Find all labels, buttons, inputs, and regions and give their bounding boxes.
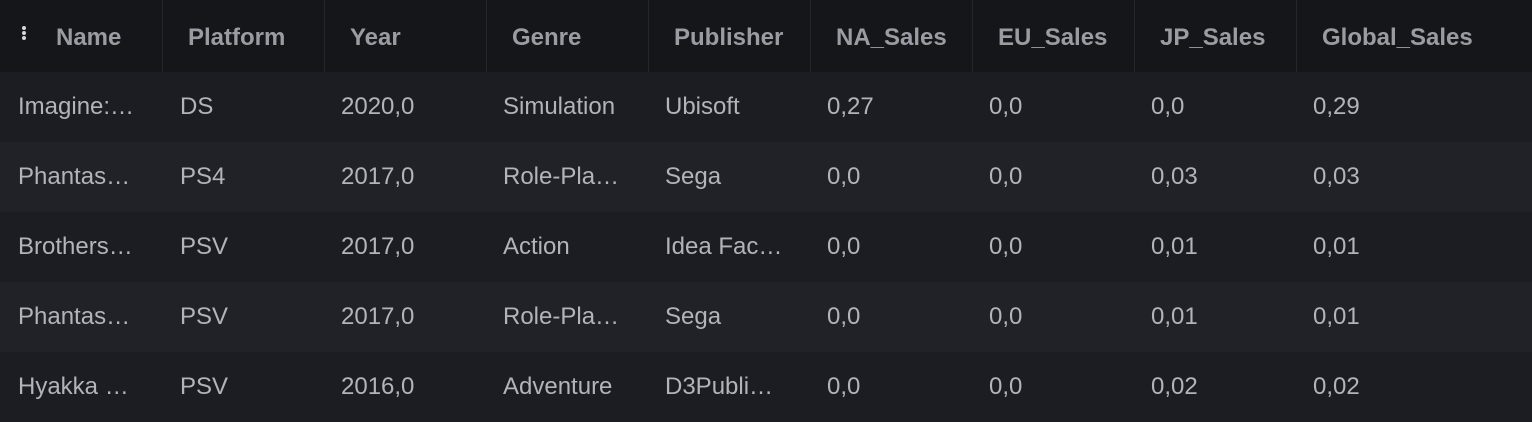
cell-year[interactable]: 2017,0	[325, 142, 487, 212]
cell-genre[interactable]: Role-Pla…	[487, 142, 649, 212]
column-header-label: JP_Sales	[1160, 24, 1266, 51]
cell-year[interactable]: 2016,0	[325, 352, 487, 422]
cell-jp-sales[interactable]: 0,0	[1135, 72, 1297, 142]
cell-publisher[interactable]: Sega	[649, 142, 811, 212]
column-header-label: Global_Sales	[1322, 24, 1473, 51]
column-header-name[interactable]: Name	[0, 0, 163, 72]
column-header-global-sales[interactable]: Global_Sales	[1297, 0, 1532, 72]
cell-global-sales[interactable]: 0,01	[1297, 282, 1532, 352]
cell-na-sales[interactable]: 0,0	[811, 212, 973, 282]
cell-publisher[interactable]: Idea Fac…	[649, 212, 811, 282]
column-header-label: Publisher	[674, 24, 784, 51]
cell-publisher[interactable]: Ubisoft	[649, 72, 811, 142]
cell-jp-sales[interactable]: 0,03	[1135, 142, 1297, 212]
cell-year[interactable]: 2017,0	[325, 212, 487, 282]
column-header-genre[interactable]: Genre	[487, 0, 649, 72]
cell-name[interactable]: Brothers…	[0, 212, 163, 282]
cell-jp-sales[interactable]: 0,01	[1135, 282, 1297, 352]
cell-genre[interactable]: Role-Pla…	[487, 282, 649, 352]
column-header-label: Name	[56, 24, 122, 51]
cell-global-sales[interactable]: 0,03	[1297, 142, 1532, 212]
cell-na-sales[interactable]: 0,27	[811, 72, 973, 142]
cell-platform[interactable]: PSV	[163, 282, 325, 352]
cell-global-sales[interactable]: 0,01	[1297, 212, 1532, 282]
table-row[interactable]: Imagine:… DS 2020,0 Simulation Ubisoft 0…	[0, 72, 1532, 142]
cell-platform[interactable]: DS	[163, 72, 325, 142]
column-header-label: NA_Sales	[836, 24, 947, 51]
table-row[interactable]: Brothers… PSV 2017,0 Action Idea Fac… 0,…	[0, 212, 1532, 282]
more-vertical-icon[interactable]	[22, 26, 26, 40]
cell-genre[interactable]: Adventure	[487, 352, 649, 422]
column-header-label: Genre	[512, 24, 582, 51]
cell-platform[interactable]: PS4	[163, 142, 325, 212]
cell-eu-sales[interactable]: 0,0	[973, 142, 1135, 212]
cell-year[interactable]: 2017,0	[325, 282, 487, 352]
cell-global-sales[interactable]: 0,29	[1297, 72, 1532, 142]
table-row[interactable]: Phantas… PSV 2017,0 Role-Pla… Sega 0,0 0…	[0, 282, 1532, 352]
grid-header: Name Platform Year Genre Publisher NA_Sa…	[0, 0, 1532, 72]
cell-eu-sales[interactable]: 0,0	[973, 352, 1135, 422]
column-header-na-sales[interactable]: NA_Sales	[811, 0, 973, 72]
cell-na-sales[interactable]: 0,0	[811, 282, 973, 352]
column-header-publisher[interactable]: Publisher	[649, 0, 811, 72]
cell-global-sales[interactable]: 0,02	[1297, 352, 1532, 422]
cell-name[interactable]: Imagine:…	[0, 72, 163, 142]
cell-jp-sales[interactable]: 0,02	[1135, 352, 1297, 422]
cell-publisher[interactable]: D3Publi…	[649, 352, 811, 422]
cell-na-sales[interactable]: 0,0	[811, 142, 973, 212]
column-header-label: Year	[350, 24, 401, 51]
column-header-jp-sales[interactable]: JP_Sales	[1135, 0, 1297, 72]
cell-eu-sales[interactable]: 0,0	[973, 282, 1135, 352]
table-row[interactable]: Hyakka … PSV 2016,0 Adventure D3Publi… 0…	[0, 352, 1532, 422]
column-header-eu-sales[interactable]: EU_Sales	[973, 0, 1135, 72]
column-header-label: EU_Sales	[998, 24, 1108, 51]
cell-eu-sales[interactable]: 0,0	[973, 72, 1135, 142]
table-row[interactable]: Phantas… PS4 2017,0 Role-Pla… Sega 0,0 0…	[0, 142, 1532, 212]
cell-year[interactable]: 2020,0	[325, 72, 487, 142]
cell-genre[interactable]: Action	[487, 212, 649, 282]
cell-genre[interactable]: Simulation	[487, 72, 649, 142]
data-grid: Name Platform Year Genre Publisher NA_Sa…	[0, 0, 1532, 422]
cell-platform[interactable]: PSV	[163, 352, 325, 422]
column-header-year[interactable]: Year	[325, 0, 487, 72]
column-header-platform[interactable]: Platform	[163, 0, 325, 72]
cell-platform[interactable]: PSV	[163, 212, 325, 282]
cell-publisher[interactable]: Sega	[649, 282, 811, 352]
column-header-label: Platform	[188, 24, 286, 51]
cell-name[interactable]: Hyakka …	[0, 352, 163, 422]
cell-jp-sales[interactable]: 0,01	[1135, 212, 1297, 282]
cell-eu-sales[interactable]: 0,0	[973, 212, 1135, 282]
cell-name[interactable]: Phantas…	[0, 282, 163, 352]
cell-na-sales[interactable]: 0,0	[811, 352, 973, 422]
cell-name[interactable]: Phantas…	[0, 142, 163, 212]
